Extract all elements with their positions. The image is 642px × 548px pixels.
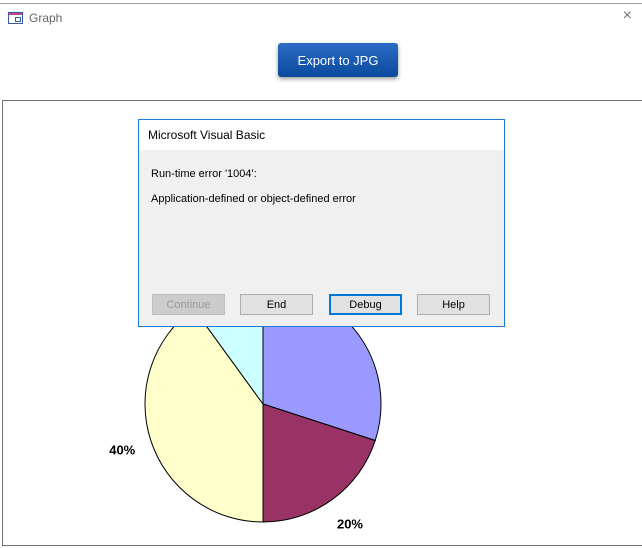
end-button[interactable]: End bbox=[240, 294, 313, 315]
help-button[interactable]: Help bbox=[417, 294, 490, 315]
pie-data-label: 40% bbox=[109, 443, 135, 458]
debug-button[interactable]: Debug bbox=[329, 294, 402, 315]
continue-button[interactable]: Continue bbox=[152, 294, 225, 315]
error-dialog: Microsoft Visual Basic Run-time error '1… bbox=[138, 119, 505, 327]
pie-data-label: 20% bbox=[337, 517, 363, 532]
error-code-text: Run-time error '1004': bbox=[151, 168, 257, 180]
dialog-title: Microsoft Visual Basic bbox=[139, 120, 504, 150]
error-message-text: Application-defined or object-defined er… bbox=[151, 193, 356, 205]
